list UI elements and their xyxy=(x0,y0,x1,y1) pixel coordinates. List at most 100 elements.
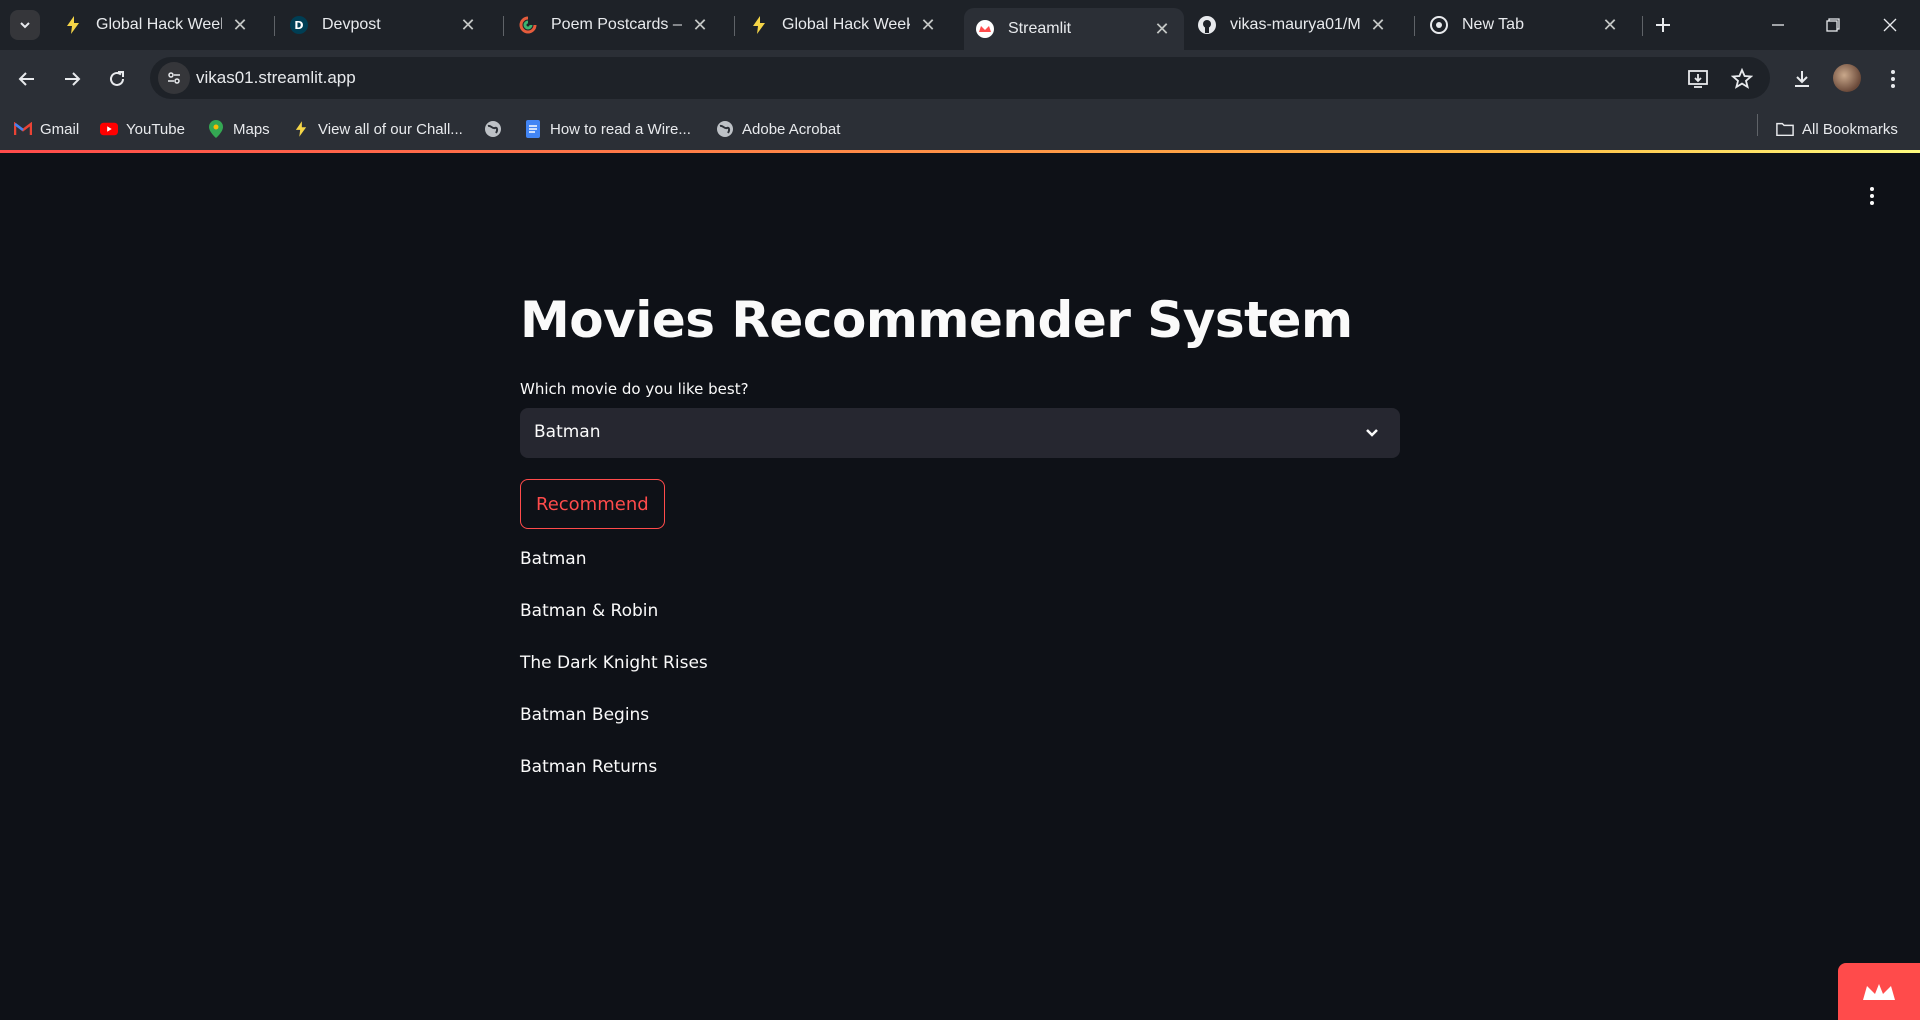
bookmark-adobe-acrobat[interactable]: Adobe Acrobat xyxy=(716,118,840,140)
bookmark-globe[interactable] xyxy=(484,118,510,140)
lightning-icon xyxy=(64,16,82,34)
menu-dot xyxy=(1870,187,1874,191)
github-icon xyxy=(1198,16,1216,34)
recommendation-item: Batman & Robin xyxy=(520,601,659,621)
bookmark-how-to-read-wire[interactable]: How to read a Wire... xyxy=(524,118,691,140)
app-decoration-bar xyxy=(0,150,1920,153)
tab-title: New Tab xyxy=(1462,16,1524,33)
url-text[interactable]: vikas01.streamlit.app xyxy=(196,68,356,88)
bookmark-label: View all of our Chall... xyxy=(318,120,463,138)
downloads-button[interactable] xyxy=(1787,64,1817,94)
tab-strip: Global Hack Week Ch ✕ D Devpost ✕ Poem P… xyxy=(0,0,1920,50)
close-icon[interactable]: ✕ xyxy=(1600,15,1620,35)
app-main-content: Movies Recommender System Which movie do… xyxy=(520,290,1400,809)
tab-separator xyxy=(1414,16,1415,36)
menu-dot xyxy=(1870,201,1874,205)
recommend-button[interactable]: Recommend xyxy=(520,479,665,529)
svg-text:D: D xyxy=(294,19,303,32)
arrow-right-icon xyxy=(65,72,81,86)
tab-separator xyxy=(734,16,735,36)
lightning-icon xyxy=(292,120,310,138)
bookmark-label: All Bookmarks xyxy=(1802,120,1898,138)
address-bar[interactable]: vikas01.streamlit.app xyxy=(150,57,1770,99)
movie-select-value: Batman xyxy=(534,422,601,442)
bookmark-label: Gmail xyxy=(40,120,80,138)
browser-menu-button[interactable] xyxy=(1878,64,1908,94)
gmail-icon xyxy=(14,120,32,138)
recommendation-item: Batman Begins xyxy=(520,705,650,725)
bookmark-youtube[interactable]: YouTube xyxy=(100,118,185,140)
recommendation-item: Batman xyxy=(520,549,587,569)
tab-title: Global Hack Week xyxy=(782,16,910,33)
tab-new-tab[interactable]: New Tab ✕ xyxy=(1418,8,1632,42)
bookmark-maps[interactable]: Maps xyxy=(207,118,270,140)
bookmarks-bar: Gmail YouTube Maps View all of our Chall… xyxy=(0,108,1920,150)
close-icon[interactable]: ✕ xyxy=(458,15,478,35)
folder-icon xyxy=(1776,120,1794,138)
reload-button[interactable] xyxy=(102,64,132,94)
tab-separator xyxy=(274,16,275,36)
tab-global-hack-week[interactable]: Global Hack Week ✕ xyxy=(738,8,950,42)
forward-button[interactable] xyxy=(57,64,87,94)
close-icon[interactable]: ✕ xyxy=(230,15,250,35)
movie-select-label: Which movie do you like best? xyxy=(520,380,749,398)
recommendation-item: The Dark Knight Rises xyxy=(520,653,708,673)
tab-global-hack-week-ch[interactable]: Global Hack Week Ch ✕ xyxy=(52,8,262,42)
streamlit-icon xyxy=(976,20,994,38)
restore-button[interactable] xyxy=(1815,10,1851,40)
site-info-button[interactable] xyxy=(158,62,190,94)
tab-poem-postcards[interactable]: Poem Postcards — G ✕ xyxy=(507,8,722,42)
close-icon[interactable]: ✕ xyxy=(918,15,938,35)
maps-icon xyxy=(207,120,225,138)
streamlit-badge[interactable] xyxy=(1838,963,1920,1020)
arrow-left-icon xyxy=(18,72,34,86)
install-app-button[interactable] xyxy=(1686,67,1710,91)
youtube-icon xyxy=(100,120,118,138)
bookmark-label: How to read a Wire... xyxy=(550,120,691,138)
new-tab-button[interactable] xyxy=(1650,12,1676,38)
recommendation-item: Batman Returns xyxy=(520,757,658,777)
back-button[interactable] xyxy=(12,64,42,94)
avatar[interactable] xyxy=(1833,64,1861,92)
tab-title: Global Hack Week Ch xyxy=(96,16,222,33)
tab-title: vikas-maurya01/Mov xyxy=(1230,16,1360,33)
tab-devpost[interactable]: D Devpost ✕ xyxy=(278,8,490,42)
bookmark-view-all-challenges[interactable]: View all of our Chall... xyxy=(292,118,463,140)
bookmark-gmail[interactable]: Gmail xyxy=(14,118,79,140)
star-icon xyxy=(1731,68,1753,89)
globe-icon xyxy=(716,120,734,138)
tab-separator xyxy=(1642,16,1643,36)
tab-title: Devpost xyxy=(322,16,381,33)
devpost-icon: D xyxy=(290,16,308,34)
tab-title: Streamlit xyxy=(1008,20,1072,37)
tab-github[interactable]: vikas-maurya01/Mov ✕ xyxy=(1186,8,1400,42)
app-main-menu-button[interactable] xyxy=(1860,184,1884,208)
tab-search-button[interactable] xyxy=(10,10,40,40)
globe-icon xyxy=(484,120,502,138)
close-icon xyxy=(1883,18,1897,32)
minimize-button[interactable] xyxy=(1760,10,1796,40)
close-icon[interactable]: ✕ xyxy=(1152,19,1172,39)
install-icon xyxy=(1688,70,1708,88)
bookmarks-separator xyxy=(1757,114,1758,136)
close-icon[interactable]: ✕ xyxy=(690,15,710,35)
glitch-icon xyxy=(519,16,537,34)
tab-streamlit[interactable]: Streamlit ✕ xyxy=(964,8,1184,50)
close-window-button[interactable] xyxy=(1872,10,1908,40)
more-vert-icon xyxy=(1891,70,1895,88)
lightning-icon xyxy=(750,16,768,34)
minimize-icon xyxy=(1772,24,1784,26)
chrome-icon xyxy=(1430,16,1448,34)
page-title: Movies Recommender System xyxy=(520,291,1353,349)
chevron-down-icon xyxy=(20,22,30,29)
all-bookmarks-button[interactable]: All Bookmarks xyxy=(1776,118,1898,140)
movie-select[interactable]: Batman xyxy=(520,408,1400,458)
close-icon[interactable]: ✕ xyxy=(1368,15,1388,35)
download-icon xyxy=(1795,71,1809,87)
docs-icon xyxy=(524,120,542,138)
crown-icon xyxy=(1863,983,1895,1000)
menu-dot xyxy=(1870,194,1874,198)
bookmark-star-button[interactable] xyxy=(1730,67,1754,91)
bookmark-label: Adobe Acrobat xyxy=(742,120,841,138)
reload-icon xyxy=(110,71,124,86)
